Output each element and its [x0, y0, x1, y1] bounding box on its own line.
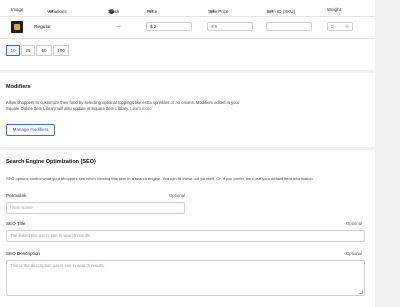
stock-value: — [116, 25, 121, 30]
variations-table-header: Image Variations⇄ Stock? Price⇄ Sale Pri… [0, 5, 375, 15]
resize-handle-icon[interactable] [359, 290, 363, 294]
page-size-25[interactable]: 25 [21, 45, 35, 56]
seo-title-placeholder: The linked title users see in search res… [10, 233, 92, 238]
price-currency: $ [150, 24, 153, 29]
manage-modifiers-button[interactable]: Manage modifiers [6, 124, 55, 136]
seo-description-placeholder: This is the description users see in sea… [10, 263, 106, 268]
seo-description-textarea[interactable]: This is the description users see in sea… [6, 260, 365, 296]
sort-icon[interactable]: ⇄ [210, 9, 214, 15]
permalink-label: Permalink [6, 193, 27, 198]
variations-card: Image Variations⇄ Stock? Price⇄ Sale Pri… [0, 0, 375, 70]
seo-title-label: SEO Title [6, 221, 26, 226]
seo-description-label: SEO Description [6, 251, 40, 256]
weight-input[interactable]: 0 lb [327, 22, 353, 31]
page-size-10[interactable]: 10 [6, 45, 20, 56]
modifiers-description: Allow shoppers to customize their food b… [6, 100, 246, 112]
modifiers-title: Modifiers [6, 84, 31, 90]
price-input[interactable]: $ 2 [146, 22, 192, 31]
seo-description: SEO options control what your shoppers s… [6, 176, 314, 181]
divider [0, 16, 375, 17]
weight-unit: lb [345, 24, 349, 29]
seo-title-heading: Search Engine Optimization (SEO) [6, 159, 96, 165]
page-size-50[interactable]: 50 [36, 45, 52, 56]
sale-price-input[interactable]: $ 0 [207, 22, 253, 31]
seo-description-optional: Optional [346, 251, 363, 256]
seo-title-optional: Optional [346, 221, 363, 226]
page-size-100[interactable]: 100 [53, 45, 69, 56]
sale-currency: $ [211, 24, 214, 29]
seo-card: Search Engine Optimization (SEO) SEO opt… [0, 150, 375, 307]
variation-name: Regular [34, 25, 51, 30]
permalink-optional: Optional [169, 193, 186, 198]
item-thumbnail [11, 21, 23, 33]
sort-icon[interactable]: ⇄ [49, 9, 53, 15]
sku-input[interactable] [266, 22, 312, 31]
col-weight: Weight [327, 7, 341, 12]
sort-icon[interactable]: ⇄ [149, 9, 153, 15]
sale-placeholder: 0 [214, 24, 218, 29]
thumbnail-graphic [14, 24, 20, 30]
price-value: 2 [153, 24, 157, 29]
weight-placeholder: 0 [331, 24, 334, 29]
info-icon[interactable]: ? [109, 9, 114, 14]
permalink-input[interactable]: / item-name [6, 202, 185, 214]
modifiers-card: Modifiers Allow shoppers to customize th… [0, 73, 375, 147]
divider [0, 38, 375, 39]
col-image: Image [11, 7, 24, 12]
modifiers-description-text: Allow shoppers to customize their food b… [6, 100, 240, 111]
permalink-placeholder: / item-name [10, 205, 33, 210]
seo-title-input[interactable]: The linked title users see in search res… [6, 230, 365, 242]
sort-icon[interactable]: ⇄ [269, 9, 273, 15]
learn-more-link[interactable]: Learn more [130, 106, 151, 111]
